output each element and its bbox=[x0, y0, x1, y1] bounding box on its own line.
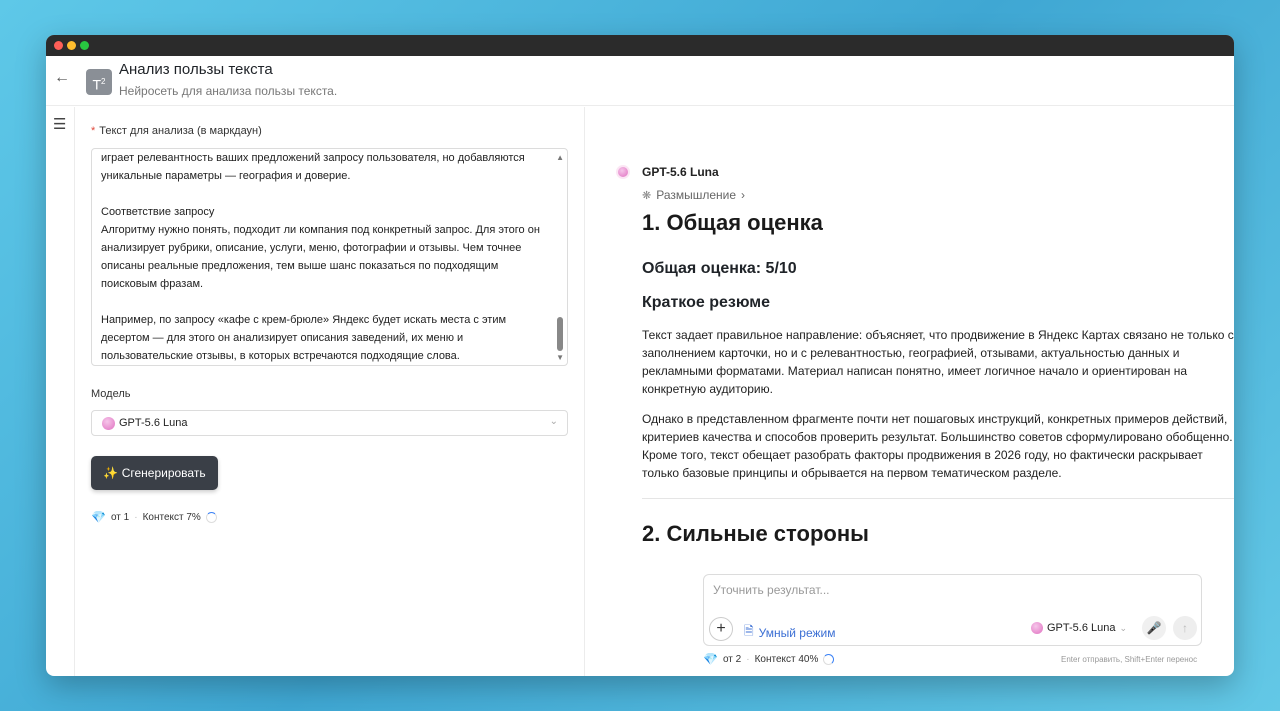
window-titlebar bbox=[46, 35, 1234, 56]
plus-icon[interactable]: + bbox=[709, 617, 733, 641]
text-line: пользовательские отзывы, в которых встре… bbox=[101, 350, 460, 362]
sidebar: ☰ bbox=[46, 107, 75, 676]
context-progress-icon bbox=[205, 511, 217, 523]
text-line: Например, по запросу «кафе с крем-брюле»… bbox=[101, 314, 507, 326]
model-avatar-icon bbox=[102, 417, 115, 430]
app-header: ← T2 Анализ пользы текста Нейросеть для … bbox=[46, 56, 1234, 106]
text-field-label: * Текст для анализа (в маркдаун) bbox=[91, 125, 262, 137]
close-window-button[interactable] bbox=[54, 41, 63, 50]
model-select[interactable]: GPT-5.6 Luna ⌄ bbox=[91, 410, 568, 436]
paragraph: Однако в представленном фрагменте почти … bbox=[642, 412, 1233, 480]
required-mark: * bbox=[91, 125, 96, 137]
chevron-right-icon: › bbox=[741, 188, 746, 202]
composer-meta: 💎 от 2 · Контекст 40% bbox=[703, 652, 835, 666]
context-text: Контекст 7% bbox=[142, 511, 201, 523]
section-heading: 2. Сильные стороны bbox=[642, 521, 869, 546]
text-line: анализирует рубрики, описание, услуги, м… bbox=[101, 242, 522, 254]
text-line: уникальные параметры — география и довер… bbox=[101, 170, 351, 182]
response-model-name: GPT-5.6 Luna bbox=[642, 165, 719, 179]
cost-text: от 1 bbox=[110, 511, 130, 523]
arrow-left-icon[interactable]: ← bbox=[52, 68, 72, 88]
maximize-window-button[interactable] bbox=[80, 41, 89, 50]
cost-text: от 2 bbox=[722, 653, 742, 665]
paragraph: Текст задает правильное направление: объ… bbox=[642, 328, 1234, 396]
model-label: Модель bbox=[91, 388, 131, 400]
divider bbox=[642, 498, 1234, 499]
brain-icon: ❋ bbox=[642, 189, 652, 202]
context-text: Контекст 40% bbox=[754, 653, 819, 665]
scroll-down-icon[interactable]: ▼ bbox=[556, 353, 564, 362]
text-line: десертом — для этого он анализирует опис… bbox=[101, 332, 464, 344]
minimize-window-button[interactable] bbox=[67, 41, 76, 50]
context-progress-icon bbox=[823, 653, 835, 665]
thinking-toggle[interactable]: ❋ Размышление › bbox=[642, 188, 745, 202]
page-title: Анализ пользы текста bbox=[119, 61, 273, 78]
text-line: Соответствие запросу bbox=[101, 206, 215, 218]
diamond-icon: 💎 bbox=[703, 652, 718, 666]
scroll-up-icon[interactable]: ▲ bbox=[556, 153, 564, 162]
text-line: Алгоритму нужно понять, подходит ли комп… bbox=[101, 224, 540, 236]
generate-button[interactable]: ✨ Сгенерировать bbox=[91, 456, 218, 490]
chevron-down-icon: ⌄ bbox=[549, 416, 558, 427]
model-avatar-icon bbox=[1031, 622, 1043, 634]
composer: Уточнить результат... + 🗎 Умный режим GP… bbox=[703, 574, 1202, 646]
model-select-value: GPT-5.6 Luna bbox=[119, 417, 188, 429]
thinking-label: Размышление bbox=[656, 188, 737, 202]
app-logo: T2 bbox=[86, 69, 112, 95]
composer-model-select[interactable]: GPT-5.6 Luna ⌄ bbox=[1031, 622, 1127, 634]
text-line: играет релевантность ваших предложений з… bbox=[101, 152, 525, 164]
chevron-down-icon: ⌄ bbox=[1119, 622, 1128, 633]
input-panel: * Текст для анализа (в маркдаун) играет р… bbox=[75, 107, 585, 676]
text-line: поисковым фразам. bbox=[101, 278, 204, 290]
app-window: ← T2 Анализ пользы текста Нейросеть для … bbox=[46, 35, 1234, 676]
section-heading: 1. Общая оценка bbox=[642, 210, 823, 235]
hamburger-icon[interactable]: ☰ bbox=[53, 115, 66, 133]
keyboard-hint: Enter отправить, Shift+Enter перенос bbox=[1061, 655, 1198, 664]
analysis-text-input[interactable]: играет релевантность ваших предложений з… bbox=[91, 148, 568, 366]
microphone-icon[interactable]: 🎤 bbox=[1142, 616, 1166, 640]
score-heading: Общая оценка: 5/10 bbox=[642, 260, 797, 277]
refine-input[interactable]: Уточнить результат... bbox=[713, 583, 830, 597]
response-panel: GPT-5.6 Luna ❋ Размышление › 1. Общая оц… bbox=[585, 107, 1234, 676]
response-content: 1. Общая оценка Общая оценка: 5/10 Кратк… bbox=[642, 207, 1234, 547]
send-arrow-icon[interactable]: ↑ bbox=[1173, 616, 1197, 640]
page-subtitle: Нейросеть для анализа пользы текста. bbox=[119, 84, 338, 98]
summary-heading: Краткое резюме bbox=[642, 294, 770, 311]
text-line: описаны реальные предложения, тем выше ш… bbox=[101, 260, 499, 272]
textarea-content: играет релевантность ваших предложений з… bbox=[101, 149, 549, 365]
document-icon: 🗎 bbox=[744, 624, 754, 638]
scrollbar-thumb[interactable] bbox=[557, 317, 563, 351]
model-avatar-icon bbox=[616, 165, 630, 179]
generation-meta: 💎 от 1 · Контекст 7% bbox=[91, 510, 217, 524]
smart-mode-button[interactable]: 🗎 Умный режим bbox=[744, 622, 835, 643]
diamond-icon: 💎 bbox=[91, 510, 106, 524]
